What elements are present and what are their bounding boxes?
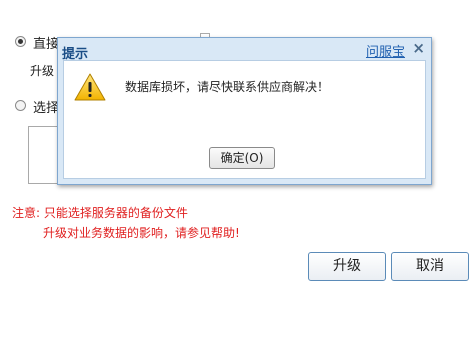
radio-direct-label: 直接 [33,37,60,52]
radio-select-label: 选择 [33,101,60,116]
cancel-button[interactable]: 取消 [391,252,469,281]
upgrade-label: 升级 [30,64,55,78]
radio-direct[interactable] [15,36,26,47]
warning-icon [74,73,106,101]
dialog-message: 数据库损坏，请尽快联系供应商解决！ [125,80,330,94]
upgrade-button[interactable]: 升级 [308,252,386,281]
close-icon[interactable]: × [412,39,425,57]
alert-dialog: 提示 问服宝 × 数据库损坏，请尽快联系供应商解决！ 确定(O) [57,37,432,185]
dialog-body: 数据库损坏，请尽快联系供应商解决！ 确定(O) [63,60,426,179]
ok-button[interactable]: 确定(O) [209,147,275,169]
note-line-1: 注意: 只能选择服务器的备份文件 [12,206,188,220]
radio-select[interactable] [15,100,26,111]
note-line-2: 升级对业务数据的影响，请参见帮助! [43,226,240,240]
help-link[interactable]: 问服宝 [366,41,405,60]
